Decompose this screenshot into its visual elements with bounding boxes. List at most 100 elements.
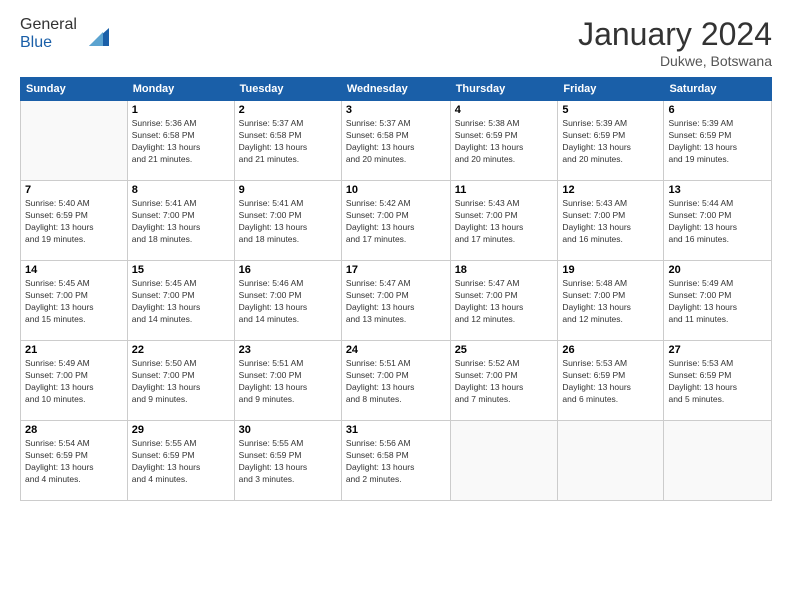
day-info: Sunrise: 5:47 AMSunset: 7:00 PMDaylight:… [346, 278, 446, 326]
week-row-4: 28 Sunrise: 5:54 AMSunset: 6:59 PMDayligh… [21, 421, 772, 501]
day-cell: 3 Sunrise: 5:37 AMSunset: 6:58 PMDaylight… [341, 101, 450, 181]
day-info: Sunrise: 5:43 AMSunset: 7:00 PMDaylight:… [455, 198, 554, 246]
day-number: 2 [239, 104, 337, 116]
day-cell: 22 Sunrise: 5:50 AMSunset: 7:00 PMDayligh… [127, 341, 234, 421]
logo-blue: Blue [20, 34, 52, 51]
col-monday: Monday [127, 78, 234, 101]
day-info: Sunrise: 5:44 AMSunset: 7:00 PMDaylight:… [668, 198, 767, 246]
day-number: 8 [132, 184, 230, 196]
day-info: Sunrise: 5:36 AMSunset: 6:58 PMDaylight:… [132, 118, 230, 166]
col-wednesday: Wednesday [341, 78, 450, 101]
day-cell: 31Sunrise: 5:56 AMSunset: 6:58 PMDayligh… [341, 421, 450, 501]
day-number: 5 [562, 104, 659, 116]
day-cell: 9 Sunrise: 5:41 AMSunset: 7:00 PMDaylight… [234, 181, 341, 261]
day-number: 26 [562, 344, 659, 356]
day-info: Sunrise: 5:54 AMSunset: 6:59 PMDaylight:… [25, 438, 123, 486]
day-info: Sunrise: 5:38 AMSunset: 6:59 PMDaylight:… [455, 118, 554, 166]
day-cell: 13Sunrise: 5:44 AMSunset: 7:00 PMDayligh… [664, 181, 772, 261]
page: General Blue January 2024 Dukwe, Botswan… [0, 0, 792, 612]
day-number: 28 [25, 424, 123, 436]
col-tuesday: Tuesday [234, 78, 341, 101]
day-cell: 2Sunrise: 5:37 AMSunset: 6:58 PMDaylight… [234, 101, 341, 181]
col-friday: Friday [558, 78, 664, 101]
day-cell: 16Sunrise: 5:46 AMSunset: 7:00 PMDayligh… [234, 261, 341, 341]
logo-general: General [20, 16, 77, 33]
day-cell: 12Sunrise: 5:43 AMSunset: 7:00 PMDayligh… [558, 181, 664, 261]
day-cell: 24 Sunrise: 5:51 AMSunset: 7:00 PMDayligh… [341, 341, 450, 421]
day-number: 24 [346, 344, 446, 356]
day-number: 17 [346, 264, 446, 276]
day-cell: 28 Sunrise: 5:54 AMSunset: 6:59 PMDayligh… [21, 421, 128, 501]
day-info: Sunrise: 5:43 AMSunset: 7:00 PMDaylight:… [562, 198, 659, 246]
day-number: 15 [132, 264, 230, 276]
day-cell: 17 Sunrise: 5:47 AMSunset: 7:00 PMDayligh… [341, 261, 450, 341]
day-info: Sunrise: 5:41 AMSunset: 7:00 PMDaylight:… [132, 198, 230, 246]
day-number: 9 [239, 184, 337, 196]
logo-text: General Blue [20, 16, 77, 52]
day-cell: 11 Sunrise: 5:43 AMSunset: 7:00 PMDayligh… [450, 181, 558, 261]
col-saturday: Saturday [664, 78, 772, 101]
day-cell [21, 101, 128, 181]
day-number: 4 [455, 104, 554, 116]
week-row-2: 14 Sunrise: 5:45 AMSunset: 7:00 PMDayligh… [21, 261, 772, 341]
day-number: 7 [25, 184, 123, 196]
day-cell: 21Sunrise: 5:49 AMSunset: 7:00 PMDayligh… [21, 341, 128, 421]
day-number: 20 [668, 264, 767, 276]
day-cell: 4 Sunrise: 5:38 AMSunset: 6:59 PMDaylight… [450, 101, 558, 181]
day-info: Sunrise: 5:56 AMSunset: 6:58 PMDaylight:… [346, 438, 446, 486]
day-number: 25 [455, 344, 554, 356]
day-info: Sunrise: 5:47 AMSunset: 7:00 PMDaylight:… [455, 278, 554, 326]
day-info: Sunrise: 5:52 AMSunset: 7:00 PMDaylight:… [455, 358, 554, 406]
day-cell: 20 Sunrise: 5:49 AMSunset: 7:00 PMDayligh… [664, 261, 772, 341]
day-number: 18 [455, 264, 554, 276]
day-info: Sunrise: 5:48 AMSunset: 7:00 PMDaylight:… [562, 278, 659, 326]
month-title: January 2024 [578, 16, 772, 53]
day-cell: 1 Sunrise: 5:36 AMSunset: 6:58 PMDaylight… [127, 101, 234, 181]
day-info: Sunrise: 5:53 AMSunset: 6:59 PMDaylight:… [668, 358, 767, 406]
day-info: Sunrise: 5:45 AMSunset: 7:00 PMDaylight:… [132, 278, 230, 326]
day-number: 29 [132, 424, 230, 436]
title-block: January 2024 Dukwe, Botswana [578, 16, 772, 69]
day-cell: 19Sunrise: 5:48 AMSunset: 7:00 PMDayligh… [558, 261, 664, 341]
day-info: Sunrise: 5:40 AMSunset: 6:59 PMDaylight:… [25, 198, 123, 246]
day-number: 22 [132, 344, 230, 356]
day-cell: 29 Sunrise: 5:55 AMSunset: 6:59 PMDayligh… [127, 421, 234, 501]
day-number: 1 [132, 104, 230, 116]
day-cell: 10Sunrise: 5:42 AMSunset: 7:00 PMDayligh… [341, 181, 450, 261]
day-info: Sunrise: 5:41 AMSunset: 7:00 PMDaylight:… [239, 198, 337, 246]
day-info: Sunrise: 5:49 AMSunset: 7:00 PMDaylight:… [668, 278, 767, 326]
week-row-0: 1 Sunrise: 5:36 AMSunset: 6:58 PMDaylight… [21, 101, 772, 181]
day-cell: 8 Sunrise: 5:41 AMSunset: 7:00 PMDaylight… [127, 181, 234, 261]
day-info: Sunrise: 5:45 AMSunset: 7:00 PMDaylight:… [25, 278, 123, 326]
day-number: 11 [455, 184, 554, 196]
day-cell: 15 Sunrise: 5:45 AMSunset: 7:00 PMDayligh… [127, 261, 234, 341]
day-cell: 30Sunrise: 5:55 AMSunset: 6:59 PMDayligh… [234, 421, 341, 501]
day-info: Sunrise: 5:50 AMSunset: 7:00 PMDaylight:… [132, 358, 230, 406]
logo-icon [81, 18, 113, 50]
day-cell [664, 421, 772, 501]
day-number: 3 [346, 104, 446, 116]
day-cell: 27Sunrise: 5:53 AMSunset: 6:59 PMDayligh… [664, 341, 772, 421]
day-cell: 25 Sunrise: 5:52 AMSunset: 7:00 PMDayligh… [450, 341, 558, 421]
day-cell: 18 Sunrise: 5:47 AMSunset: 7:00 PMDayligh… [450, 261, 558, 341]
day-cell: 14 Sunrise: 5:45 AMSunset: 7:00 PMDayligh… [21, 261, 128, 341]
day-number: 6 [668, 104, 767, 116]
day-info: Sunrise: 5:46 AMSunset: 7:00 PMDaylight:… [239, 278, 337, 326]
location: Dukwe, Botswana [578, 53, 772, 69]
day-cell [558, 421, 664, 501]
day-cell: 6Sunrise: 5:39 AMSunset: 6:59 PMDaylight… [664, 101, 772, 181]
logo: General Blue [20, 16, 113, 52]
day-cell [450, 421, 558, 501]
day-number: 14 [25, 264, 123, 276]
day-cell: 23Sunrise: 5:51 AMSunset: 7:00 PMDayligh… [234, 341, 341, 421]
day-cell: 26Sunrise: 5:53 AMSunset: 6:59 PMDayligh… [558, 341, 664, 421]
day-info: Sunrise: 5:37 AMSunset: 6:58 PMDaylight:… [346, 118, 446, 166]
header: General Blue January 2024 Dukwe, Botswan… [20, 16, 772, 69]
day-number: 10 [346, 184, 446, 196]
day-cell: 7 Sunrise: 5:40 AMSunset: 6:59 PMDaylight… [21, 181, 128, 261]
day-info: Sunrise: 5:51 AMSunset: 7:00 PMDaylight:… [346, 358, 446, 406]
calendar: Sunday Monday Tuesday Wednesday Thursday… [20, 77, 772, 501]
day-cell: 5Sunrise: 5:39 AMSunset: 6:59 PMDaylight… [558, 101, 664, 181]
day-info: Sunrise: 5:55 AMSunset: 6:59 PMDaylight:… [132, 438, 230, 486]
day-info: Sunrise: 5:55 AMSunset: 6:59 PMDaylight:… [239, 438, 337, 486]
